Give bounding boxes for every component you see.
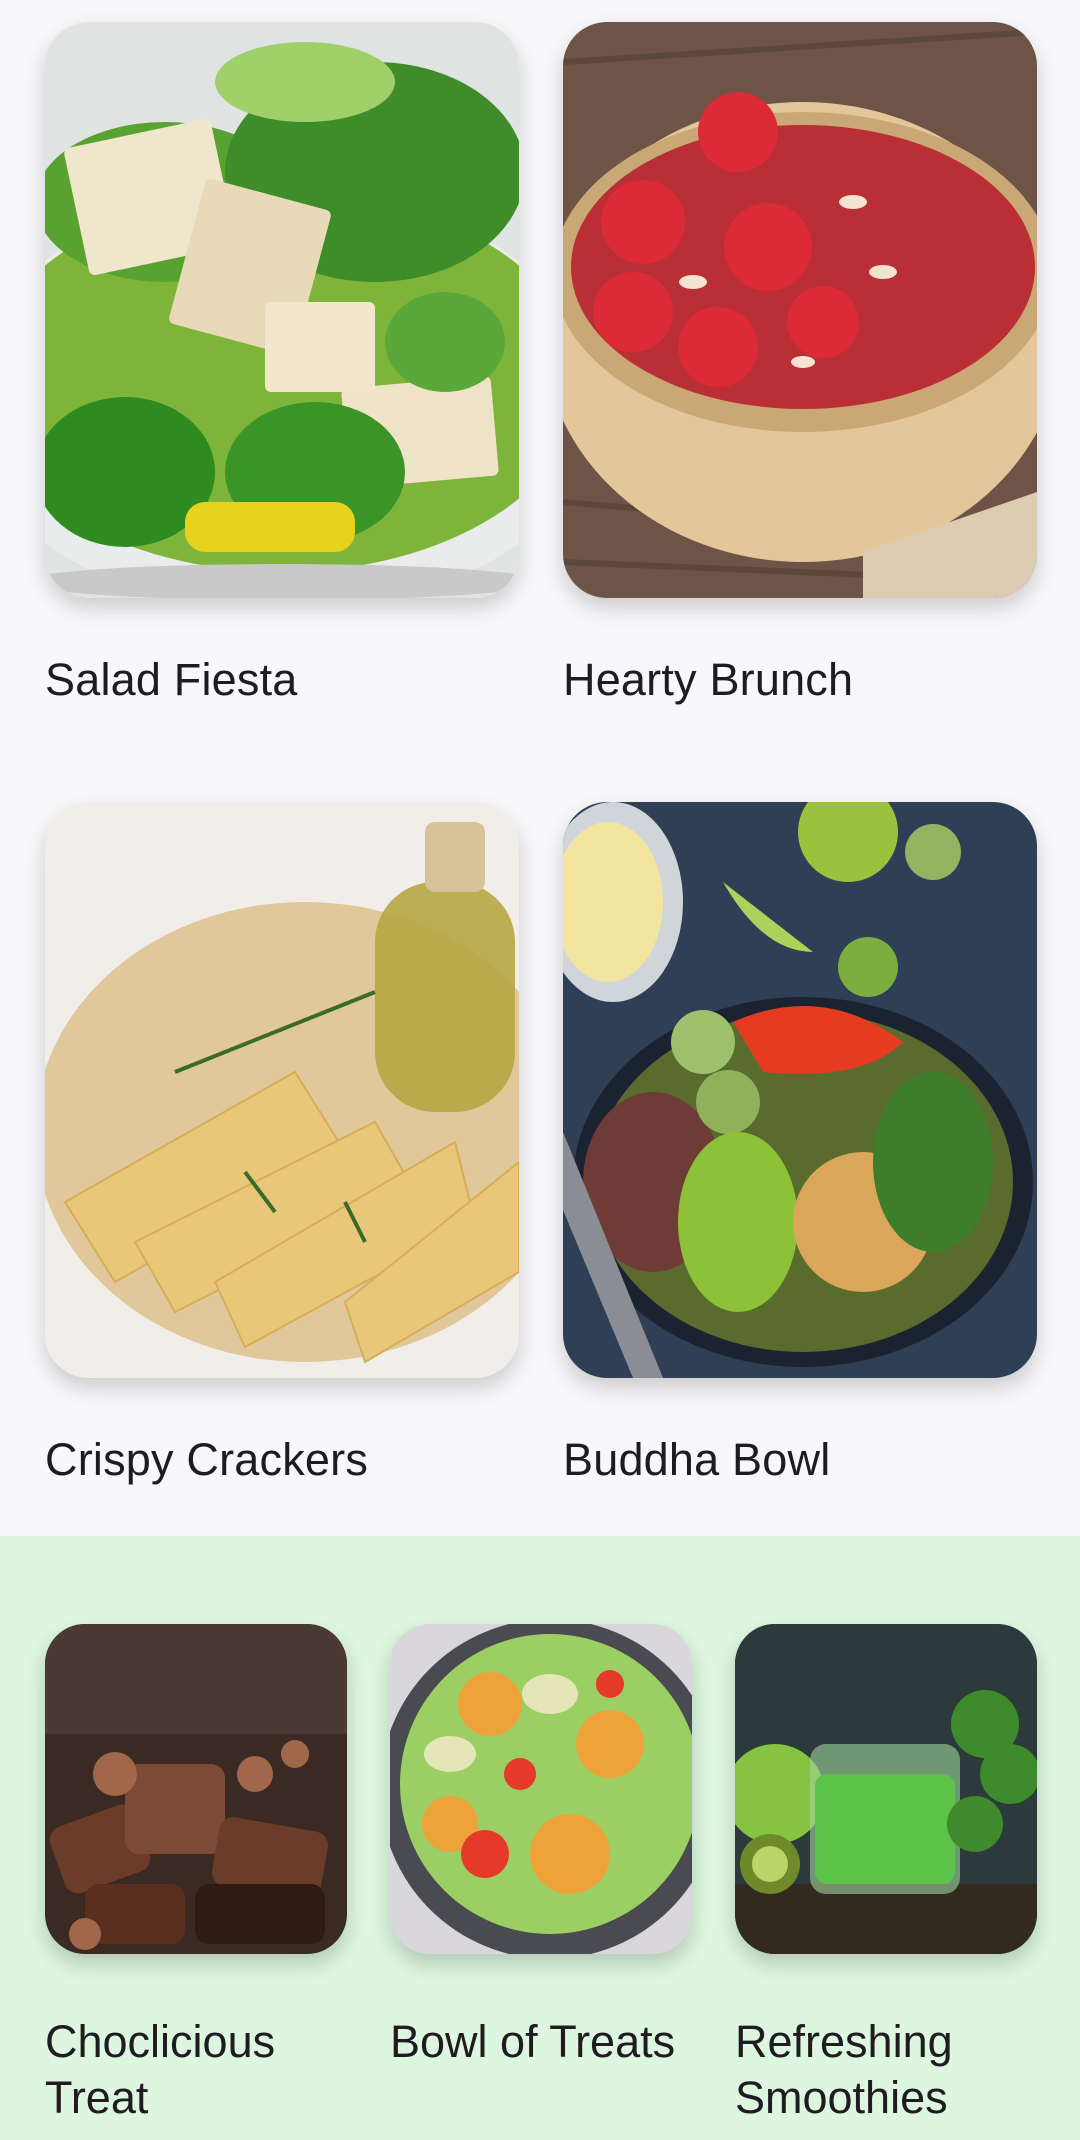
salad-with-tofu-image <box>45 22 519 598</box>
buddha-bowl-image <box>563 802 1037 1378</box>
citrus-salad-bowl-image <box>390 1624 692 1954</box>
featured-card-choclicious-treat[interactable]: Choclicious Treat <box>45 1624 347 2126</box>
green-smoothie-image <box>735 1624 1037 1954</box>
recipe-title: Salad Fiesta <box>45 654 298 705</box>
chocolates-image <box>45 1624 347 1954</box>
recipe-card-buddha-bowl[interactable]: Buddha Bowl <box>563 802 1037 1486</box>
featured-title: Bowl of Treats <box>390 2016 676 2067</box>
recipe-title: Buddha Bowl <box>563 1434 831 1485</box>
featured-card-refreshing-smoothies[interactable]: Refreshing Smoothies <box>735 1624 1037 2126</box>
strawberry-smoothie-bowl-image <box>563 22 1037 598</box>
featured-card-bowl-of-treats[interactable]: Bowl of Treats <box>390 1624 692 2070</box>
featured-title: Choclicious Treat <box>45 2016 276 2123</box>
recipe-card-crispy-crackers[interactable]: Crispy Crackers <box>45 802 519 1486</box>
recipe-title: Crispy Crackers <box>45 1434 369 1485</box>
recipe-title: Hearty Brunch <box>563 654 854 705</box>
recipe-grid: Salad Fiesta Hearty Brunch Crispy Cracke… <box>0 0 1080 1536</box>
featured-title: Refreshing Smoothies <box>735 2016 953 2123</box>
recipe-card-hearty-brunch[interactable]: Hearty Brunch <box>563 22 1037 706</box>
recipe-card-salad-fiesta[interactable]: Salad Fiesta <box>45 22 519 706</box>
featured-section: Choclicious Treat Bowl of Treats Refresh… <box>0 1536 1080 2140</box>
crackers-and-olive-oil-image <box>45 802 519 1378</box>
